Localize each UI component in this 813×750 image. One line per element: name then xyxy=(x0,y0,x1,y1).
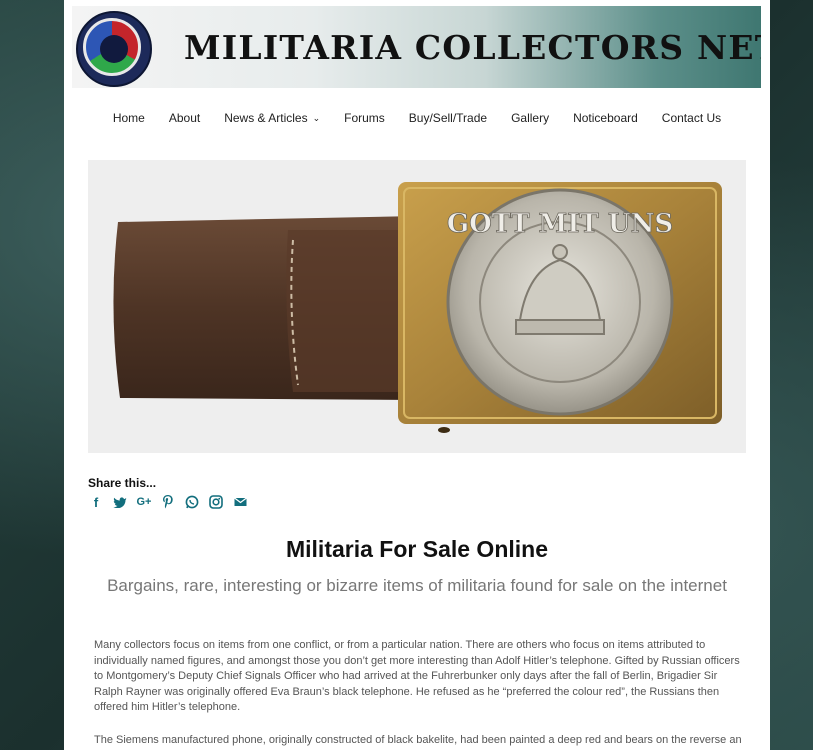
email-icon[interactable] xyxy=(232,494,248,510)
nav-home[interactable]: Home xyxy=(101,108,157,128)
nav-contact-label: Contact Us xyxy=(661,111,722,125)
site-logo[interactable] xyxy=(76,11,152,87)
twitter-icon[interactable] xyxy=(112,494,128,510)
facebook-icon[interactable]: f xyxy=(88,494,104,510)
nav-about[interactable]: About xyxy=(157,108,212,128)
nav-contact-us[interactable]: Contact Us xyxy=(650,108,733,128)
nav-forums-label: Forums xyxy=(344,111,385,125)
nav-about-label: About xyxy=(168,111,201,125)
whatsapp-icon[interactable] xyxy=(184,494,200,510)
logo-core xyxy=(100,35,128,63)
article-paragraph: The Siemens manufactured phone, original… xyxy=(94,734,742,746)
nav-news-label: News & Articles xyxy=(224,111,308,125)
share-title: Share this... xyxy=(88,476,157,490)
buckle-motto: GOTT MIT UNS xyxy=(447,209,673,239)
page-subtitle: Bargains, rare, interesting or bizarre i… xyxy=(107,576,727,595)
page-title: Militaria For Sale Online xyxy=(285,536,548,562)
page-container: MILITARIA COLLECTORS NETWORK Home About … xyxy=(64,0,770,750)
google-plus-icon[interactable]: G+ xyxy=(136,494,152,510)
nav-gallery[interactable]: Gallery xyxy=(499,108,561,128)
pinterest-icon[interactable] xyxy=(160,494,176,510)
nav-news-articles[interactable]: News & Articles ⌄ xyxy=(212,108,332,128)
nav-noticeboard-label: Noticeboard xyxy=(573,111,638,125)
nav-noticeboard[interactable]: Noticeboard xyxy=(561,108,650,128)
main-nav: Home About News & Articles ⌄ Forums Buy/S… xyxy=(64,108,770,128)
nav-buy-sell-trade[interactable]: Buy/Sell/Trade xyxy=(397,108,499,128)
nav-buy-sell-trade-label: Buy/Sell/Trade xyxy=(408,111,488,125)
site-banner[interactable]: MILITARIA COLLECTORS NETWORK xyxy=(72,6,761,88)
article-paragraph: Many collectors focus on items from one … xyxy=(94,639,740,713)
instagram-icon[interactable] xyxy=(208,494,224,510)
site-title[interactable]: MILITARIA COLLECTORS NETWORK xyxy=(184,28,761,67)
belt-buckle-illustration: GOTT MIT UNS xyxy=(88,160,746,453)
nav-gallery-label: Gallery xyxy=(511,111,550,125)
share-icon-row: f G+ xyxy=(88,494,248,510)
hero-image: GOTT MIT UNS xyxy=(88,160,746,453)
nav-forums[interactable]: Forums xyxy=(332,108,397,128)
nav-home-label: Home xyxy=(112,111,145,125)
chevron-down-icon: ⌄ xyxy=(312,112,321,123)
